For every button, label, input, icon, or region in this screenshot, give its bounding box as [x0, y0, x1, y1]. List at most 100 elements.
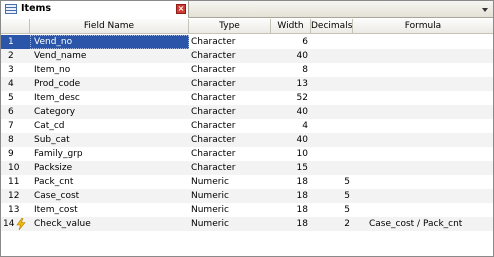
width-cell[interactable]: 18 [271, 175, 311, 189]
decimals-cell[interactable]: 5 [311, 203, 353, 217]
table-row[interactable]: 7 Cat_cd Character 4 [1, 119, 493, 133]
table-row[interactable]: 10 Packsize Character 15 [1, 161, 493, 175]
tab-items[interactable]: Items × [1, 1, 189, 18]
table-row[interactable]: 1 Vend_no Character 6 [1, 35, 493, 49]
field-name-cell[interactable]: Sub_cat [30, 133, 189, 147]
header-width[interactable]: Width [271, 19, 311, 33]
table-row[interactable]: 3 Item_no Character 8 [1, 63, 493, 77]
width-cell[interactable]: 18 [271, 217, 311, 231]
table-row[interactable]: 13 Item_cost Numeric 18 5 [1, 203, 493, 217]
formula-cell[interactable] [353, 105, 493, 119]
formula-cell[interactable] [353, 77, 493, 91]
width-cell[interactable]: 40 [271, 133, 311, 147]
width-cell[interactable]: 18 [271, 189, 311, 203]
formula-cell[interactable] [353, 147, 493, 161]
decimals-cell[interactable] [311, 77, 353, 91]
table-row[interactable]: 8 Sub_cat Character 40 [1, 133, 493, 147]
formula-cell[interactable] [353, 175, 493, 189]
type-cell[interactable]: Character [189, 133, 271, 147]
type-cell[interactable]: Character [189, 161, 271, 175]
table-row[interactable]: 12 Case_cost Numeric 18 5 [1, 189, 493, 203]
formula-cell[interactable] [353, 35, 493, 49]
type-cell[interactable]: Character [189, 35, 271, 49]
type-cell[interactable]: Character [189, 119, 271, 133]
type-cell[interactable]: Character [189, 105, 271, 119]
decimals-cell[interactable] [311, 147, 353, 161]
field-name-cell[interactable]: Item_cost [30, 203, 189, 217]
formula-cell[interactable] [353, 119, 493, 133]
header-field-name[interactable]: Field Name [30, 19, 189, 33]
type-cell[interactable]: Numeric [189, 203, 271, 217]
decimals-cell[interactable] [311, 91, 353, 105]
header-type[interactable]: Type [189, 19, 271, 33]
field-name-cell[interactable]: Item_desc [30, 91, 189, 105]
decimals-cell[interactable]: 5 [311, 175, 353, 189]
type-cell[interactable]: Character [189, 63, 271, 77]
type-cell[interactable]: Numeric [189, 217, 271, 231]
formula-cell[interactable] [353, 63, 493, 77]
width-cell[interactable]: 6 [271, 35, 311, 49]
type-cell[interactable]: Character [189, 77, 271, 91]
width-cell[interactable]: 15 [271, 161, 311, 175]
decimals-cell[interactable] [311, 35, 353, 49]
close-icon[interactable]: × [176, 4, 186, 14]
items-panel: Items × Field Name Type Width Decimals F… [0, 0, 494, 257]
field-name-cell[interactable]: Item_no [30, 63, 189, 77]
row-number: 14 [1, 217, 30, 231]
field-name-cell[interactable]: Family_grp [30, 147, 189, 161]
type-cell[interactable]: Character [189, 49, 271, 63]
chevron-down-icon[interactable] [481, 5, 490, 14]
table-row[interactable]: 6 Category Character 40 [1, 105, 493, 119]
width-cell[interactable]: 40 [271, 49, 311, 63]
field-name-cell[interactable]: Category [30, 105, 189, 119]
field-name-cell[interactable]: Pack_cnt [30, 175, 189, 189]
tab-title: Items [21, 3, 52, 14]
width-cell[interactable]: 40 [271, 105, 311, 119]
table-row[interactable]: 5 Item_desc Character 52 [1, 91, 493, 105]
width-cell[interactable]: 10 [271, 147, 311, 161]
type-cell[interactable]: Numeric [189, 189, 271, 203]
header-decimals[interactable]: Decimals [311, 19, 353, 33]
width-cell[interactable]: 8 [271, 63, 311, 77]
row-number: 13 [8, 205, 20, 215]
row-number: 3 [8, 65, 14, 75]
type-cell[interactable]: Character [189, 147, 271, 161]
width-cell[interactable]: 18 [271, 203, 311, 217]
type-cell[interactable]: Numeric [189, 175, 271, 189]
decimals-cell[interactable] [311, 63, 353, 77]
width-cell[interactable]: 4 [271, 119, 311, 133]
formula-cell[interactable] [353, 91, 493, 105]
table-row[interactable]: 11 Pack_cnt Numeric 18 5 [1, 175, 493, 189]
field-name-cell[interactable]: Cat_cd [30, 119, 189, 133]
decimals-cell[interactable] [311, 161, 353, 175]
formula-cell[interactable] [353, 161, 493, 175]
header-formula[interactable]: Formula [353, 19, 493, 33]
decimals-cell[interactable]: 5 [311, 189, 353, 203]
decimals-cell[interactable] [311, 119, 353, 133]
table-row[interactable]: 2 Vend_name Character 40 [1, 49, 493, 63]
decimals-cell[interactable] [311, 133, 353, 147]
field-name-cell[interactable]: Prod_code [30, 77, 189, 91]
field-name-cell[interactable]: Check_value [30, 217, 189, 231]
type-cell[interactable]: Character [189, 91, 271, 105]
row-number: 1 [1, 35, 30, 49]
formula-cell[interactable] [353, 189, 493, 203]
decimals-cell[interactable] [311, 49, 353, 63]
table-row[interactable]: 14 Check_value Numeric 18 2 Case_cost / Pack_… [1, 217, 493, 231]
row-number: 4 [8, 79, 14, 89]
field-name-cell[interactable]: Vend_no [30, 35, 189, 49]
formula-cell[interactable] [353, 203, 493, 217]
row-number: 7 [8, 121, 14, 131]
field-name-cell[interactable]: Case_cost [30, 189, 189, 203]
formula-cell[interactable] [353, 49, 493, 63]
field-name-cell[interactable]: Packsize [30, 161, 189, 175]
table-row[interactable]: 4 Prod_code Character 13 [1, 77, 493, 91]
formula-cell[interactable] [353, 133, 493, 147]
field-name-cell[interactable]: Vend_name [30, 49, 189, 63]
width-cell[interactable]: 52 [271, 91, 311, 105]
formula-cell[interactable]: Case_cost / Pack_cnt [353, 217, 493, 231]
decimals-cell[interactable]: 2 [311, 217, 353, 231]
width-cell[interactable]: 13 [271, 77, 311, 91]
decimals-cell[interactable] [311, 105, 353, 119]
table-row[interactable]: 9 Family_grp Character 10 [1, 147, 493, 161]
